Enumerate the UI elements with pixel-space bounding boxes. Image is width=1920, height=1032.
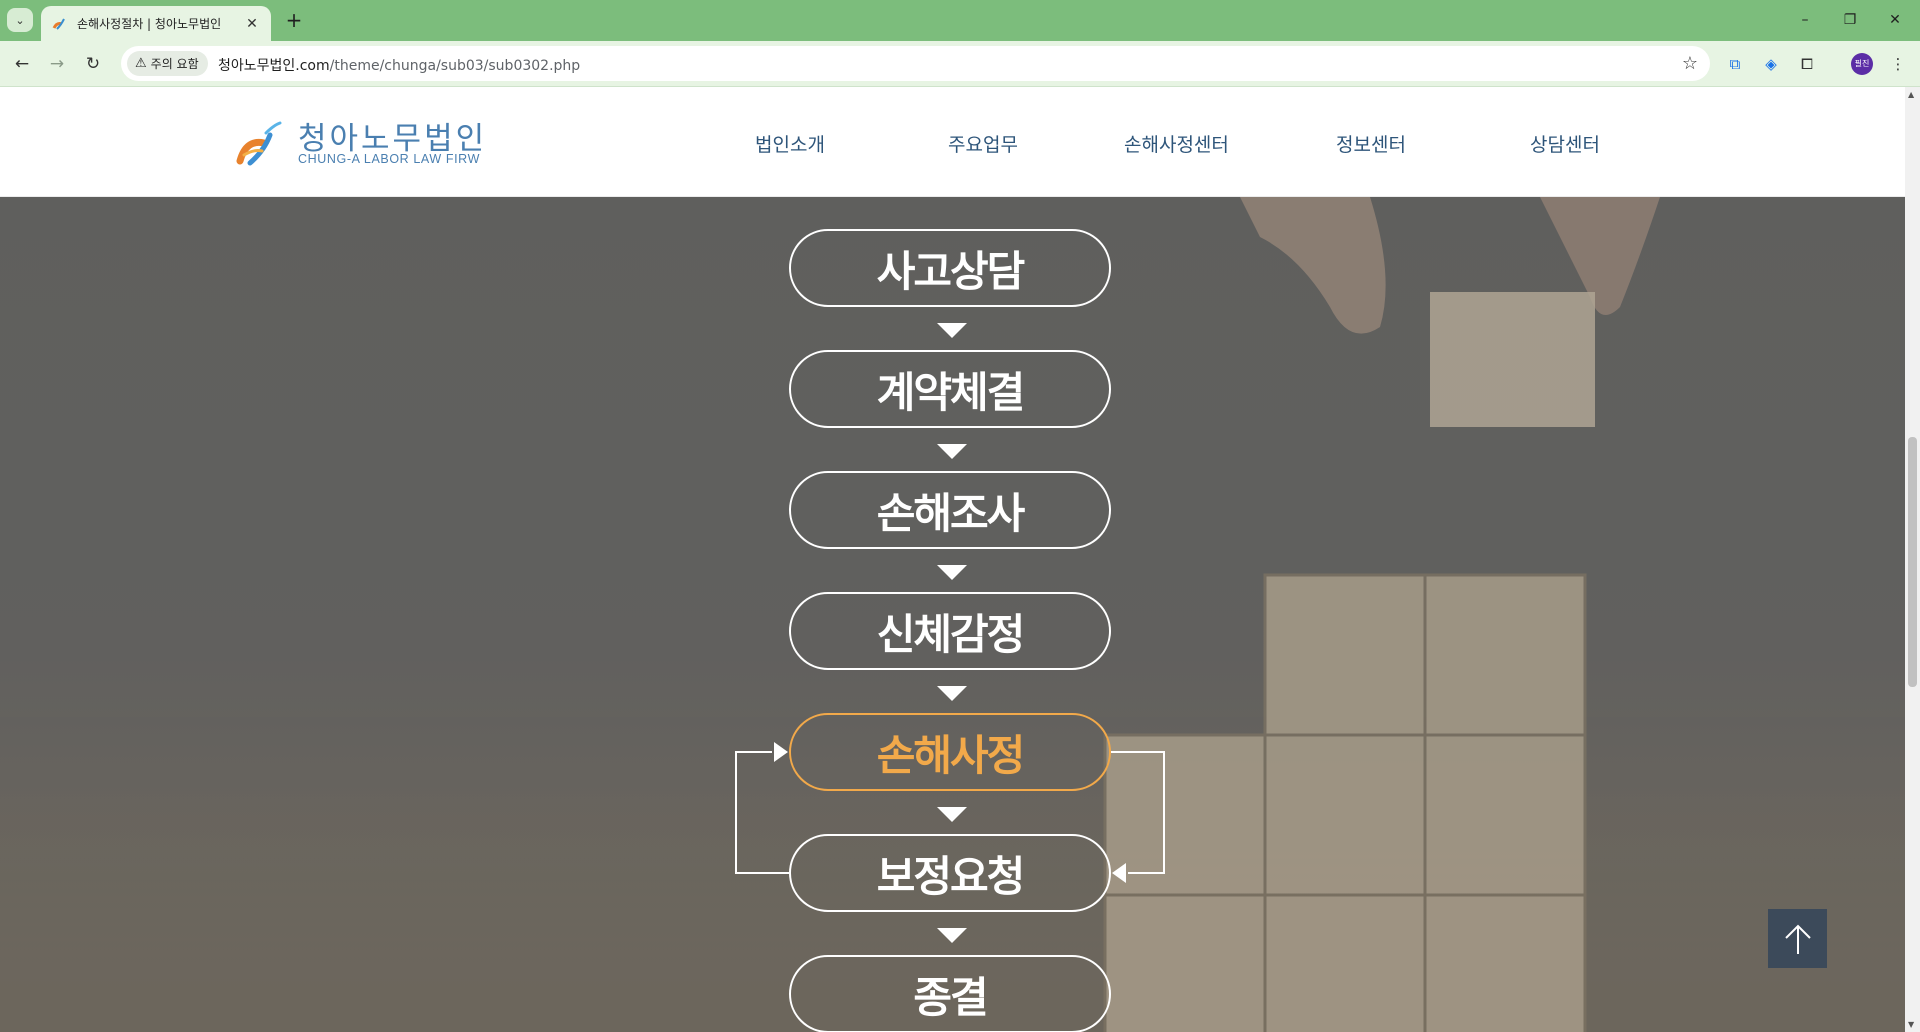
step-damage-survey: 손해조사 xyxy=(789,471,1111,549)
new-tab-button[interactable]: + xyxy=(282,8,306,32)
url-path: /theme/chunga/sub03/sub0302.php xyxy=(329,58,581,74)
step-contract: 계약체결 xyxy=(789,350,1111,428)
nav-item-consult-center[interactable]: 상담센터 xyxy=(1530,130,1600,157)
translate-extension-icon[interactable]: ◈ xyxy=(1760,53,1782,75)
url-text[interactable]: 청아노무법인.com/theme/chunga/sub03/sub0302.ph… xyxy=(218,55,580,75)
browser-tab-bar: ⌄ 손해사정절차 | 청아노무법인 ✕ + – ❐ ✕ xyxy=(0,0,1920,41)
feedback-loop-arrows xyxy=(735,742,1165,883)
star-icon[interactable]: ☆ xyxy=(1682,53,1698,74)
warning-icon: ⚠ xyxy=(135,56,147,71)
browser-tab[interactable]: 손해사정절차 | 청아노무법인 ✕ xyxy=(41,6,271,41)
arrow-down-icon xyxy=(937,565,967,580)
step-closing: 종결 xyxy=(789,955,1111,1032)
minimize-icon[interactable]: – xyxy=(1785,8,1825,32)
chevron-down-icon: ⌄ xyxy=(15,13,25,27)
profile-avatar[interactable]: 필진 xyxy=(1851,53,1873,75)
url-domain: 청아노무법인.com xyxy=(218,58,330,74)
scroll-up-icon[interactable]: ▲ xyxy=(1908,90,1914,99)
nav-item-services[interactable]: 주요업무 xyxy=(948,130,1018,157)
close-window-icon[interactable]: ✕ xyxy=(1875,8,1915,32)
reload-icon[interactable]: ↻ xyxy=(80,51,106,77)
logo-english-text: CHUNG-A LABOR LAW FIRW xyxy=(298,152,480,166)
scroll-to-top-button[interactable] xyxy=(1768,909,1827,968)
arrow-down-icon xyxy=(937,928,967,943)
tab-title: 손해사정절차 | 청아노무법인 xyxy=(77,17,222,31)
nav-item-claim-center[interactable]: 손해사정센터 xyxy=(1124,130,1229,157)
nav-item-info-center[interactable]: 정보센터 xyxy=(1336,130,1406,157)
tab-search-button[interactable]: ⌄ xyxy=(7,8,33,32)
extensions-puzzle-icon[interactable]: ⧠ xyxy=(1796,53,1818,75)
scroll-down-icon[interactable]: ▼ xyxy=(1908,1020,1914,1029)
web-page: 청아노무법인 CHUNG-A LABOR LAW FIRW 법인소개 주요업무 … xyxy=(0,87,1905,1032)
arrow-down-icon xyxy=(937,444,967,459)
screenshot-extension-icon[interactable]: ⧉ xyxy=(1724,53,1746,75)
arrow-up-icon xyxy=(1784,924,1811,954)
process-hero-section: 사고상담 계약체결 손해조사 신체감정 손해사정 보정요청 종결 xyxy=(0,197,1905,1032)
more-menu-icon[interactable]: ⋮ xyxy=(1887,53,1909,75)
site-favicon-icon xyxy=(52,18,65,30)
back-icon[interactable]: ← xyxy=(9,51,35,77)
page-scrollbar[interactable]: ▲ ▼ xyxy=(1905,87,1920,1032)
step-accident-consult: 사고상담 xyxy=(789,229,1111,307)
close-tab-icon[interactable]: ✕ xyxy=(243,16,261,32)
logo-mark-icon xyxy=(236,121,282,166)
forward-icon[interactable]: → xyxy=(44,51,70,77)
arrow-down-icon xyxy=(937,323,967,338)
step-physical-assessment: 신체감정 xyxy=(789,592,1111,670)
address-bar[interactable]: ⚠ 주의 요함 청아노무법인.com/theme/chunga/sub03/su… xyxy=(121,46,1710,81)
site-header: 청아노무법인 CHUNG-A LABOR LAW FIRW 법인소개 주요업무 … xyxy=(0,87,1905,197)
security-label: 주의 요함 xyxy=(150,57,199,71)
browser-toolbar: ← → ↻ ⚠ 주의 요함 청아노무법인.com/theme/chunga/su… xyxy=(0,41,1920,87)
arrow-down-icon xyxy=(937,686,967,701)
site-logo[interactable]: 청아노무법인 CHUNG-A LABOR LAW FIRW xyxy=(236,117,486,172)
security-indicator[interactable]: ⚠ 주의 요함 xyxy=(127,51,208,76)
scrollbar-thumb[interactable] xyxy=(1908,437,1917,687)
nav-item-about[interactable]: 법인소개 xyxy=(755,130,825,157)
restore-icon[interactable]: ❐ xyxy=(1830,8,1870,32)
